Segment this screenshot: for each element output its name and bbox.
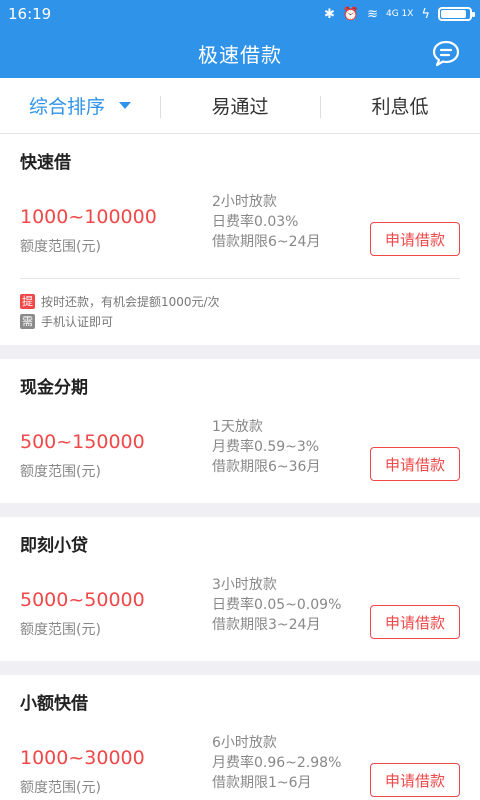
loan-terms: 1天放款 月费率0.59~3% 借款期限6~36月 — [212, 417, 320, 477]
tab-label: 综合排序 — [28, 96, 105, 118]
tab-easy-approval[interactable]: 易通过 — [160, 78, 320, 133]
fee-rate: 日费率0.05~0.09% — [212, 597, 342, 613]
loan-term: 借款期限6~36月 — [212, 459, 321, 475]
apply-loan-button[interactable]: 申请借款 — [370, 605, 460, 639]
loan-name: 现金分期 — [20, 377, 88, 398]
loan-body: 5000~50000 额度范围(元) 3小时放款 日费率0.05~0.09% 借… — [20, 569, 460, 661]
loan-terms: 2小时放款 日费率0.03% 借款期限6~24月 — [212, 192, 320, 252]
loan-terms: 6小时放款 月费率0.96~2.98% 借款期限1~6月 — [212, 733, 341, 793]
loan-body: 500~150000 额度范围(元) 1天放款 月费率0.59~3% 借款期限6… — [20, 411, 460, 503]
loan-body: 1000~100000 额度范围(元) 2小时放款 日费率0.03% 借款期限6… — [20, 186, 460, 278]
loan-body: 1000~30000 额度范围(元) 6小时放款 月费率0.96~2.98% 借… — [20, 727, 460, 800]
disbursement-time: 6小时放款 — [212, 735, 277, 751]
page-title: 极速借款 — [198, 42, 282, 67]
tab-low-interest[interactable]: 利息低 — [320, 78, 480, 133]
charging-icon: ϟ — [421, 6, 430, 22]
loan-name: 快速借 — [20, 152, 71, 173]
status-icons: ✱ ⏰ ≋ 4G 1X ϟ — [323, 6, 475, 22]
status-bar: 16:19 ✱ ⏰ ≋ 4G 1X ϟ — [0, 0, 480, 28]
extra-item: 需 手机认证即可 — [20, 311, 460, 331]
extra-item: 提 按时还款，有机会提额1000元/次 — [20, 291, 460, 311]
disbursement-time: 1天放款 — [212, 419, 263, 435]
bluetooth-icon: ✱ — [323, 6, 335, 22]
loan-card[interactable]: 快速借 1000~100000 额度范围(元) 2小时放款 日费率0.03% 借… — [0, 134, 480, 345]
loan-term: 借款期限1~6月 — [212, 775, 312, 791]
amount-label: 额度范围(元) — [20, 622, 101, 638]
disbursement-time: 3小时放款 — [212, 577, 277, 593]
fee-rate: 月费率0.59~3% — [212, 439, 320, 455]
apply-loan-button[interactable]: 申请借款 — [370, 222, 460, 256]
amount-range: 500~150000 — [20, 431, 145, 453]
amount-range: 5000~50000 — [20, 589, 145, 611]
extra-text: 按时还款，有机会提额1000元/次 — [41, 294, 220, 309]
disbursement-time: 2小时放款 — [212, 194, 277, 210]
loan-terms: 3小时放款 日费率0.05~0.09% 借款期限3~24月 — [212, 575, 341, 635]
loan-list: 快速借 1000~100000 额度范围(元) 2小时放款 日费率0.03% 借… — [0, 134, 480, 800]
status-time: 16:19 — [8, 5, 52, 23]
tab-sort-default[interactable]: 综合排序 — [0, 78, 160, 133]
loan-name: 小额快借 — [20, 693, 88, 714]
loan-term: 借款期限3~24月 — [212, 617, 321, 633]
loan-name: 即刻小贷 — [20, 535, 88, 556]
fee-rate: 日费率0.03% — [212, 214, 299, 230]
loan-extras: 提 按时还款，有机会提额1000元/次 需 手机认证即可 — [20, 278, 460, 345]
wifi-icon: ≋ — [367, 6, 378, 22]
apply-loan-button[interactable]: 申请借款 — [370, 763, 460, 797]
amount-range: 1000~30000 — [20, 747, 145, 769]
message-icon[interactable] — [432, 39, 460, 67]
loan-card[interactable]: 小额快借 1000~30000 额度范围(元) 6小时放款 月费率0.96~2.… — [0, 675, 480, 800]
loan-term: 借款期限6~24月 — [212, 234, 321, 250]
battery-icon — [438, 7, 475, 21]
app-bar: 极速借款 — [0, 28, 480, 78]
amount-label: 额度范围(元) — [20, 239, 101, 255]
tab-label: 易通过 — [211, 96, 269, 118]
fee-rate: 月费率0.96~2.98% — [212, 755, 342, 771]
signal-text: 4G 1X — [385, 9, 414, 19]
tag-badge: 需 — [20, 313, 35, 329]
loan-card[interactable]: 现金分期 500~150000 额度范围(元) 1天放款 月费率0.59~3% … — [0, 359, 480, 503]
extra-text: 手机认证即可 — [41, 314, 114, 329]
tag-badge: 提 — [20, 293, 35, 309]
battery-level — [441, 10, 466, 18]
apply-loan-button[interactable]: 申请借款 — [370, 447, 460, 481]
loan-card[interactable]: 即刻小贷 5000~50000 额度范围(元) 3小时放款 日费率0.05~0.… — [0, 517, 480, 661]
amount-label: 额度范围(元) — [20, 780, 101, 796]
tab-label: 利息低 — [371, 96, 429, 118]
caret-down-icon — [119, 102, 131, 109]
amount-range: 1000~100000 — [20, 206, 157, 228]
amount-label: 额度范围(元) — [20, 464, 101, 480]
alarm-icon: ⏰ — [342, 6, 360, 22]
filter-bar: 综合排序 易通过 利息低 — [0, 78, 480, 134]
